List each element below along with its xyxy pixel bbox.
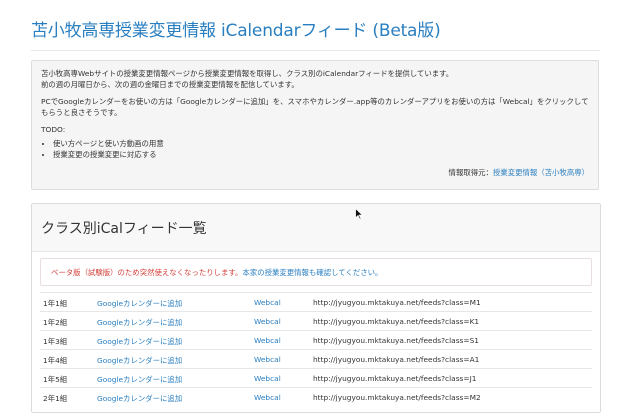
intro-line-2: 前の週の月曜日から、次の週の金曜日までの授業変更情報を配信しています。 [41,80,299,89]
google-calendar-link[interactable]: Googleカレンダーに追加 [97,336,182,347]
intro-text: 苫小牧高専Webサイトの授業変更情報ページから授業変更情報を取得し、クラス別のi… [41,68,589,90]
mouse-cursor-icon [355,208,363,220]
class-name: 1年4組 [43,356,68,365]
official-info-link[interactable]: 本家の授業変更情報も確認してください。 [242,268,382,277]
feed-table: 1年1組 Googleカレンダーに追加 Webcal http://jyugyo… [40,292,592,406]
source-link[interactable]: 授業変更情報（苫小牧高専） [493,168,589,177]
feed-url: http://jyugyou.mktakuya.net/feeds?class=… [313,393,481,402]
google-calendar-link[interactable]: Googleカレンダーに追加 [97,374,182,385]
webcal-link[interactable]: Webcal [254,298,281,307]
class-name: 1年3組 [43,337,68,346]
feed-url: http://jyugyou.mktakuya.net/feeds?class=… [313,298,481,307]
feed-list-heading: クラス別iCalフィード一覧 [32,204,600,252]
feed-url: http://jyugyou.mktakuya.net/feeds?class=… [313,317,480,326]
todo-item: 使い方ページと使い方動画の用意 [53,138,589,149]
table-row: 1年1組 Googleカレンダーに追加 Webcal http://jyugyo… [40,292,592,311]
google-calendar-link[interactable]: Googleカレンダーに追加 [97,298,182,309]
table-row: 1年3組 Googleカレンダーに追加 Webcal http://jyugyo… [40,330,592,349]
warning-text: ベータ版（試験版）のため突然使えなくなったりします。 [51,268,243,277]
google-calendar-link[interactable]: Googleカレンダーに追加 [97,393,182,404]
table-row: 2年1組 Googleカレンダーに追加 Webcal http://jyugyo… [40,387,592,406]
info-panel: 苫小牧高専Webサイトの授業変更情報ページから授業変更情報を取得し、クラス別のi… [31,60,599,190]
usage-text: PCでGoogleカレンダーをお使いの方は「Googleカレンダーに追加」を、ス… [41,97,589,117]
beta-warning: ベータ版（試験版）のため突然使えなくなったりします。本家の授業変更情報も確認して… [40,258,592,286]
class-name: 1年1組 [43,299,68,308]
webcal-link[interactable]: Webcal [254,374,281,383]
webcal-link[interactable]: Webcal [254,355,281,364]
class-name: 1年2組 [43,318,68,327]
source-line: 情報取得元：授業変更情報（苫小牧高専） [449,167,589,178]
feed-panel: クラス別iCalフィード一覧 ベータ版（試験版）のため突然使えなくなったりします… [31,203,601,413]
webcal-link[interactable]: Webcal [254,393,281,402]
table-row: 1年2組 Googleカレンダーに追加 Webcal http://jyugyo… [40,311,592,330]
intro-line-1: 苫小牧高専Webサイトの授業変更情報ページから授業変更情報を取得し、クラス別のi… [41,69,454,78]
feed-url: http://jyugyou.mktakuya.net/feeds?class=… [313,336,479,345]
source-label: 情報取得元： [448,168,493,177]
google-calendar-link[interactable]: Googleカレンダーに追加 [97,317,182,328]
feed-url: http://jyugyou.mktakuya.net/feeds?class=… [313,374,477,383]
webcal-link[interactable]: Webcal [254,336,281,345]
class-name: 1年5組 [43,375,68,384]
page-title: 苫小牧高専授業変更情報 iCalendarフィード (Beta版) [31,21,441,41]
todo-label: TODO: [41,125,66,134]
todo-list: 使い方ページと使い方動画の用意 授業変更の授業変更に対応する [41,138,589,160]
title-divider [31,50,600,51]
class-name: 2年1組 [43,394,68,403]
todo-item: 授業変更の授業変更に対応する [53,149,589,160]
feed-url: http://jyugyou.mktakuya.net/feeds?class=… [313,355,480,364]
table-row: 1年5組 Googleカレンダーに追加 Webcal http://jyugyo… [40,368,592,387]
webcal-link[interactable]: Webcal [254,317,281,326]
google-calendar-link[interactable]: Googleカレンダーに追加 [97,355,182,366]
table-row: 1年4組 Googleカレンダーに追加 Webcal http://jyugyo… [40,349,592,368]
